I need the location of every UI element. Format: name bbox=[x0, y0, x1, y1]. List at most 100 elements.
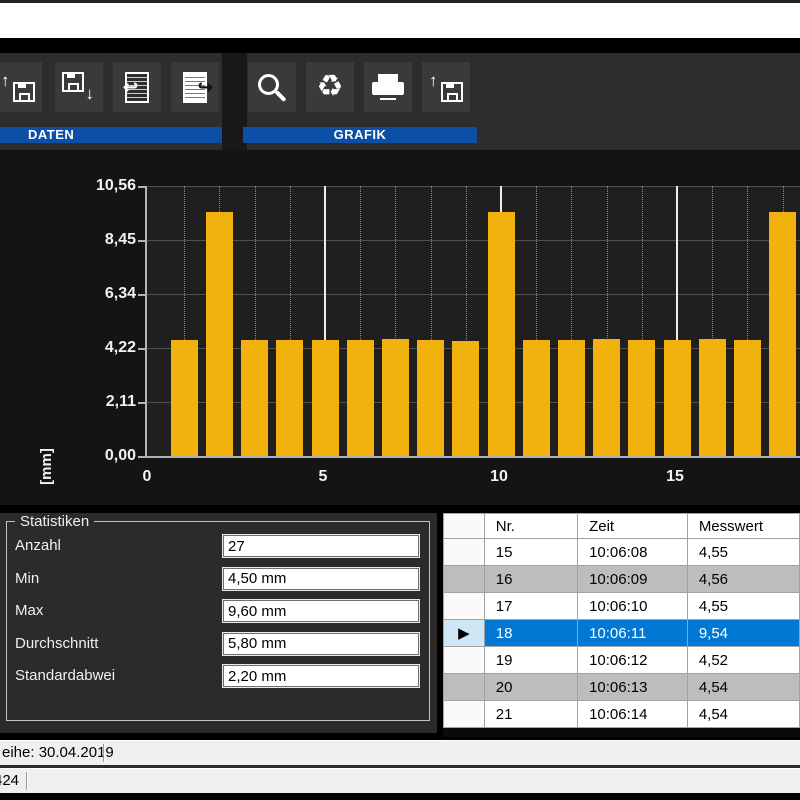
application-window: ↑ ↓ ↩ ↪ DATEN ♻ bbox=[0, 0, 800, 800]
bar-measurement-15 bbox=[664, 340, 691, 456]
bar-measurement-16 bbox=[699, 339, 726, 456]
row-header-column bbox=[444, 514, 485, 539]
column-header-zeit[interactable]: Zeit bbox=[578, 514, 688, 539]
table-row-21[interactable]: 2110:06:144,54 bbox=[444, 701, 800, 728]
bar-measurement-13 bbox=[593, 339, 620, 456]
table-row-17[interactable]: 1710:06:104,55 bbox=[444, 593, 800, 620]
bottom-section: Statistiken AnzahlMinMaxDurchschnittStan… bbox=[0, 505, 800, 737]
y-tick-mark bbox=[138, 186, 145, 188]
row-header-cell[interactable] bbox=[444, 566, 485, 593]
column-header-messwert[interactable]: Messwert bbox=[687, 514, 799, 539]
document-swoosh-out-icon: ↪ bbox=[183, 72, 207, 103]
cell-nr[interactable]: 21 bbox=[484, 701, 577, 728]
row-header-cell[interactable] bbox=[444, 593, 485, 620]
save-data-button[interactable]: ↓ bbox=[55, 62, 103, 112]
stat-value-standardabwei[interactable] bbox=[223, 665, 419, 687]
bar-measurement-10 bbox=[488, 212, 515, 456]
bar-measurement-6 bbox=[347, 340, 374, 456]
cell-zeit[interactable]: 10:06:14 bbox=[578, 701, 688, 728]
cell-nr[interactable]: 19 bbox=[484, 647, 577, 674]
cell-zeit[interactable]: 10:06:08 bbox=[578, 539, 688, 566]
row-header-cell[interactable] bbox=[444, 701, 485, 728]
y-tick-mark bbox=[138, 294, 145, 296]
toolbar-group-label-grafik: GRAFIK bbox=[243, 127, 477, 143]
cell-messwert[interactable]: 9,54 bbox=[687, 620, 799, 647]
cell-messwert[interactable]: 4,54 bbox=[687, 701, 799, 728]
print-button[interactable] bbox=[364, 62, 412, 112]
cell-messwert[interactable]: 4,54 bbox=[687, 674, 799, 701]
y-tick-mark bbox=[138, 402, 145, 404]
toolbar: ↑ ↓ ↩ ↪ DATEN ♻ bbox=[0, 53, 800, 150]
bar-measurement-18 bbox=[769, 212, 796, 456]
row-header-cell[interactable] bbox=[444, 674, 485, 701]
bar-measurement-11 bbox=[523, 340, 550, 456]
cell-messwert[interactable]: 4,56 bbox=[687, 566, 799, 593]
table-row-18[interactable]: ▶1810:06:119,54 bbox=[444, 620, 800, 647]
document-swoosh-in-icon: ↩ bbox=[125, 72, 149, 103]
title-strip bbox=[0, 3, 800, 38]
x-tick-label: 5 bbox=[303, 468, 343, 486]
h-gridline bbox=[147, 240, 800, 241]
column-header-nr[interactable]: Nr. bbox=[484, 514, 577, 539]
row-header-cell[interactable] bbox=[444, 539, 485, 566]
y-tick-label: 4,22 bbox=[74, 339, 136, 357]
statistics-title: Statistiken bbox=[15, 513, 94, 530]
load-data-button[interactable]: ↑ bbox=[0, 62, 42, 112]
measurement-table: Nr.ZeitMesswert1510:06:084,551610:06:094… bbox=[443, 513, 800, 737]
table-row-16[interactable]: 1610:06:094,56 bbox=[444, 566, 800, 593]
statistics-panel: Statistiken AnzahlMinMaxDurchschnittStan… bbox=[0, 513, 437, 733]
cell-messwert[interactable]: 4,55 bbox=[687, 593, 799, 620]
h-gridline bbox=[147, 186, 800, 187]
export-data-button[interactable]: ↪ bbox=[171, 62, 219, 112]
table-row-15[interactable]: 1510:06:084,55 bbox=[444, 539, 800, 566]
y-tick-label: 8,45 bbox=[74, 231, 136, 249]
bar-measurement-14 bbox=[628, 340, 655, 456]
cell-messwert[interactable]: 4,52 bbox=[687, 647, 799, 674]
status-counter: 424 bbox=[0, 769, 19, 793]
bar-measurement-4 bbox=[276, 340, 303, 456]
save-graphic-button[interactable]: ↑ bbox=[422, 62, 470, 112]
status-separator bbox=[26, 772, 28, 790]
floppy-arrow-up-icon: ↑ bbox=[429, 72, 463, 102]
cell-zeit[interactable]: 10:06:13 bbox=[578, 674, 688, 701]
h-gridline bbox=[147, 294, 800, 295]
cell-messwert[interactable]: 4,55 bbox=[687, 539, 799, 566]
import-data-button[interactable]: ↩ bbox=[113, 62, 161, 112]
status-bar-2: 424 bbox=[0, 768, 800, 793]
refresh-button[interactable]: ♻ bbox=[306, 62, 354, 112]
stat-label-max: Max bbox=[15, 600, 43, 622]
stat-value-min[interactable] bbox=[223, 568, 419, 590]
statistics-groupbox: Statistiken AnzahlMinMaxDurchschnittStan… bbox=[6, 521, 430, 721]
stat-label-standardabwei: Standardabwei bbox=[15, 665, 115, 687]
magnifier-icon bbox=[258, 74, 279, 95]
y-axis-title: [mm] bbox=[38, 448, 55, 485]
bar-measurement-3 bbox=[241, 340, 268, 456]
bar-measurement-12 bbox=[558, 340, 585, 456]
cell-nr[interactable]: 16 bbox=[484, 566, 577, 593]
cell-nr[interactable]: 18 bbox=[484, 620, 577, 647]
y-tick-mark bbox=[138, 240, 145, 242]
row-header-cell[interactable] bbox=[444, 647, 485, 674]
stat-value-anzahl[interactable] bbox=[223, 535, 419, 557]
measurement-bar-chart: [mm] 0,002,114,226,348,4510,56051015 bbox=[0, 150, 800, 505]
stat-label-anzahl: Anzahl bbox=[15, 535, 61, 557]
y-tick-label: 10,56 bbox=[74, 177, 136, 195]
cell-zeit[interactable]: 10:06:12 bbox=[578, 647, 688, 674]
status-separator bbox=[103, 744, 105, 762]
current-row-arrow-icon[interactable]: ▶ bbox=[444, 620, 485, 647]
y-tick-label: 6,34 bbox=[74, 285, 136, 303]
cell-zeit[interactable]: 10:06:11 bbox=[578, 620, 688, 647]
cell-zeit[interactable]: 10:06:10 bbox=[578, 593, 688, 620]
cell-nr[interactable]: 15 bbox=[484, 539, 577, 566]
printer-icon bbox=[372, 82, 404, 95]
bar-measurement-8 bbox=[417, 340, 444, 456]
stat-value-max[interactable] bbox=[223, 600, 419, 622]
cell-nr[interactable]: 20 bbox=[484, 674, 577, 701]
zoom-button[interactable] bbox=[248, 62, 296, 112]
stat-value-durchschnitt[interactable] bbox=[223, 633, 419, 655]
table-row-20[interactable]: 2010:06:134,54 bbox=[444, 674, 800, 701]
cell-zeit[interactable]: 10:06:09 bbox=[578, 566, 688, 593]
chart-plot-area bbox=[145, 186, 800, 458]
cell-nr[interactable]: 17 bbox=[484, 593, 577, 620]
table-row-19[interactable]: 1910:06:124,52 bbox=[444, 647, 800, 674]
